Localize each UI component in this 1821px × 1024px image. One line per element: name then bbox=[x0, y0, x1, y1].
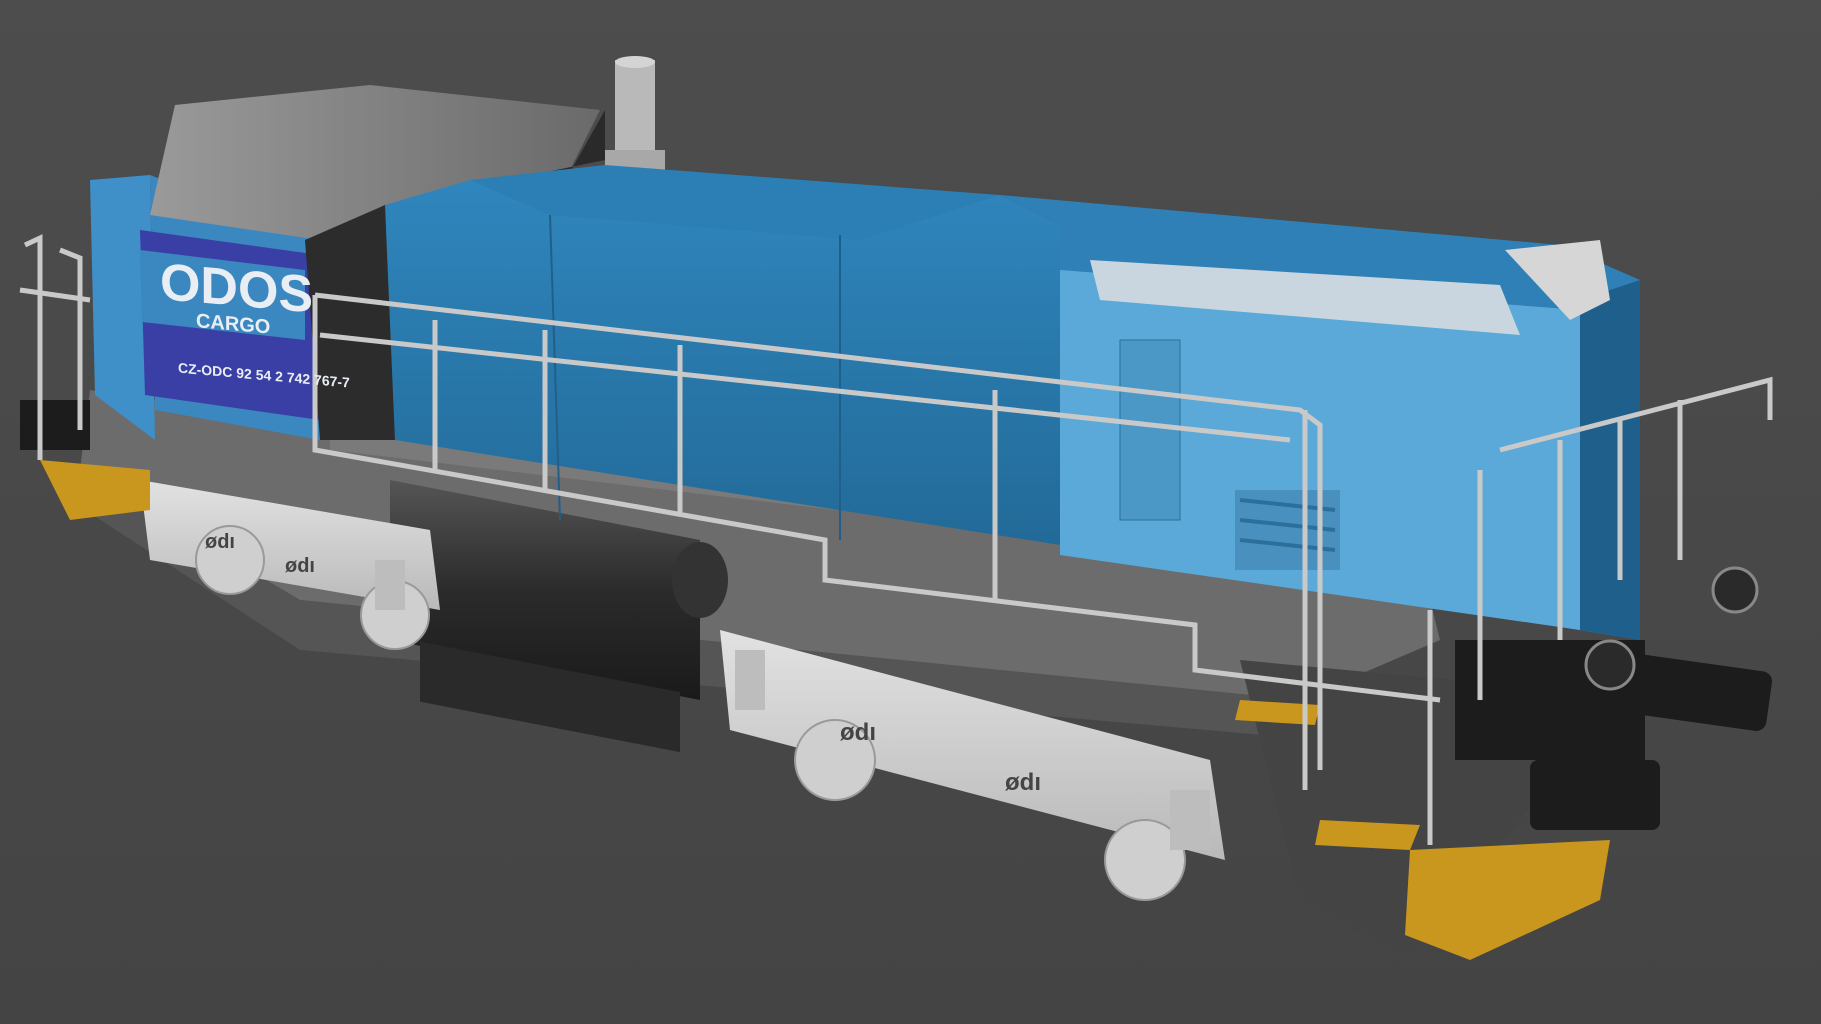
svg-text:ødı: ødı bbox=[1005, 769, 1041, 796]
locomotive-render: ødı ødı ødı ødı ODOS CARGO CZ-ODC 92 54 … bbox=[0, 0, 1821, 1024]
louver-grille bbox=[1235, 490, 1340, 570]
svg-text:ødı: ødı bbox=[840, 719, 876, 746]
svg-text:ødı: ødı bbox=[285, 555, 315, 577]
svg-text:ødı: ødı bbox=[205, 531, 235, 553]
